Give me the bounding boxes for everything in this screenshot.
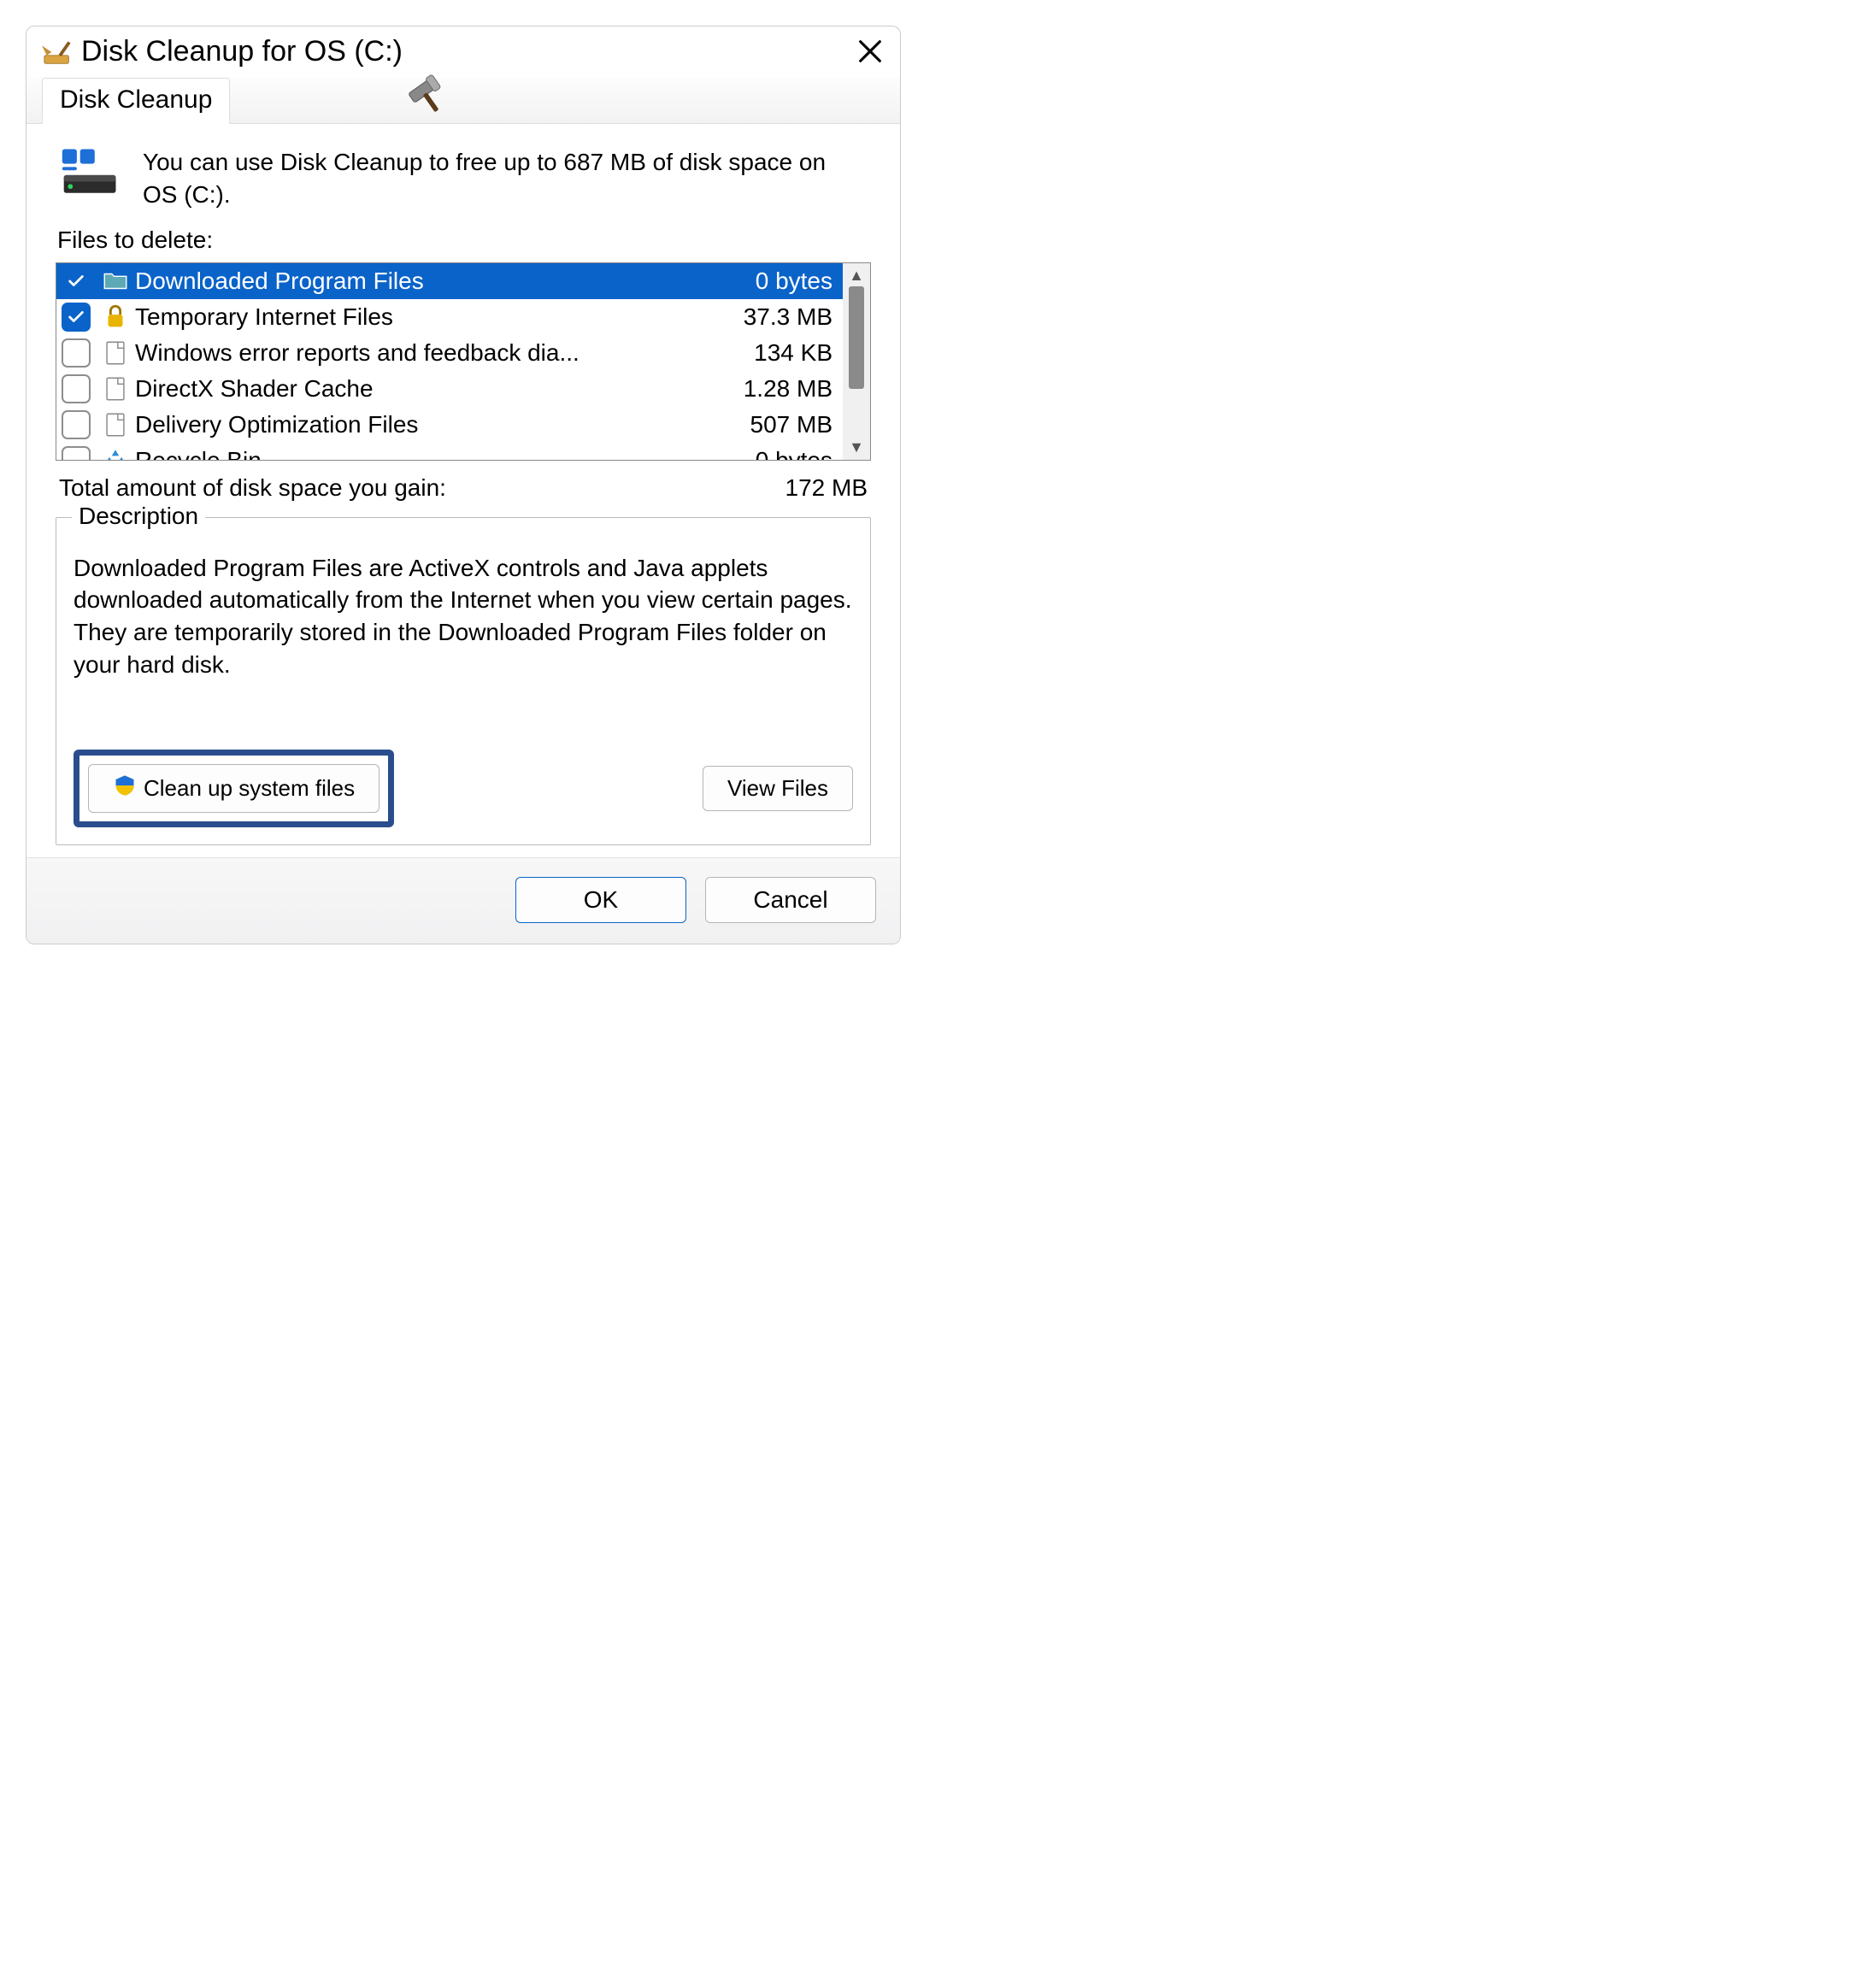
file-type-icon bbox=[101, 303, 130, 332]
file-row[interactable]: Downloaded Program Files0 bytes bbox=[56, 263, 843, 299]
file-name: Windows error reports and feedback dia..… bbox=[135, 339, 754, 367]
file-checkbox[interactable] bbox=[62, 267, 91, 296]
description-legend: Description bbox=[72, 503, 205, 530]
window-title: Disk Cleanup for OS (C:) bbox=[81, 35, 403, 68]
file-type-icon bbox=[101, 446, 130, 460]
broom-icon bbox=[42, 36, 74, 68]
cleanup-highlight: Clean up system files bbox=[74, 750, 394, 827]
scroll-down-arrow[interactable]: ▼ bbox=[849, 438, 864, 456]
scroll-thumb[interactable] bbox=[849, 286, 864, 389]
file-size: 134 KB bbox=[754, 339, 836, 367]
file-row[interactable]: Recycle Bin0 bytes bbox=[56, 443, 843, 460]
file-size: 1.28 MB bbox=[744, 375, 836, 403]
total-value: 172 MB bbox=[785, 474, 868, 502]
file-checkbox[interactable] bbox=[62, 410, 91, 439]
scrollbar[interactable]: ▲ ▼ bbox=[843, 263, 870, 460]
file-checkbox[interactable] bbox=[62, 338, 91, 368]
file-size: 507 MB bbox=[750, 411, 837, 438]
file-checkbox[interactable] bbox=[62, 303, 91, 332]
tab-disk-cleanup[interactable]: Disk Cleanup bbox=[42, 78, 230, 124]
total-label: Total amount of disk space you gain: bbox=[59, 474, 446, 502]
file-row[interactable]: DirectX Shader Cache1.28 MB bbox=[56, 371, 843, 407]
description-group: Description Downloaded Program Files are… bbox=[56, 517, 871, 845]
cancel-button[interactable]: Cancel bbox=[705, 877, 876, 923]
cleanup-system-files-button[interactable]: Clean up system files bbox=[88, 764, 379, 813]
file-row[interactable]: Windows error reports and feedback dia..… bbox=[56, 335, 843, 371]
cleanup-system-files-label: Clean up system files bbox=[144, 775, 355, 802]
description-text: Downloaded Program Files are ActiveX con… bbox=[74, 552, 853, 681]
file-type-icon bbox=[101, 374, 130, 403]
file-size: 37.3 MB bbox=[744, 303, 836, 331]
file-checkbox[interactable] bbox=[62, 446, 91, 460]
view-files-label: View Files bbox=[727, 775, 828, 802]
file-type-icon bbox=[101, 410, 130, 439]
tab-strip: Disk Cleanup bbox=[26, 77, 900, 124]
view-files-button[interactable]: View Files bbox=[703, 766, 853, 811]
ok-label: OK bbox=[584, 886, 618, 914]
file-type-icon bbox=[101, 267, 130, 296]
shield-icon bbox=[113, 773, 137, 803]
file-name: Delivery Optimization Files bbox=[135, 411, 750, 438]
cancel-label: Cancel bbox=[753, 886, 827, 914]
titlebar: Disk Cleanup for OS (C:) bbox=[26, 26, 900, 72]
summary-text: You can use Disk Cleanup to free up to 6… bbox=[143, 146, 868, 211]
file-name: Downloaded Program Files bbox=[135, 268, 756, 295]
file-name: Recycle Bin bbox=[135, 447, 756, 460]
file-row[interactable]: Delivery Optimization Files507 MB bbox=[56, 407, 843, 443]
drive-icon bbox=[59, 146, 124, 208]
files-to-delete-label: Files to delete: bbox=[57, 226, 876, 254]
file-name: DirectX Shader Cache bbox=[135, 375, 744, 403]
disk-cleanup-window: Disk Cleanup for OS (C:) Disk Cleanup Yo… bbox=[26, 26, 901, 944]
file-name: Temporary Internet Files bbox=[135, 303, 744, 331]
close-button[interactable] bbox=[856, 37, 885, 73]
dialog-footer: OK Cancel bbox=[26, 857, 900, 944]
file-checkbox[interactable] bbox=[62, 374, 91, 403]
tab-content: You can use Disk Cleanup to free up to 6… bbox=[26, 124, 900, 857]
file-size: 0 bytes bbox=[756, 268, 836, 295]
files-list: Downloaded Program Files0 bytesTemporary… bbox=[56, 262, 871, 461]
file-type-icon bbox=[101, 338, 130, 368]
file-row[interactable]: Temporary Internet Files37.3 MB bbox=[56, 299, 843, 335]
file-size: 0 bytes bbox=[756, 447, 836, 460]
ok-button[interactable]: OK bbox=[515, 877, 686, 923]
scroll-up-arrow[interactable]: ▲ bbox=[849, 267, 864, 285]
